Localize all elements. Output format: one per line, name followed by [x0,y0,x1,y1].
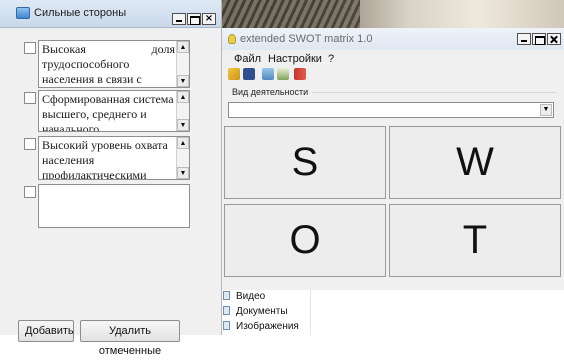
item-checkbox-2[interactable] [24,92,36,104]
add-button[interactable]: Добавить [18,320,74,342]
file-tree-item-images[interactable]: Изображения [223,321,299,332]
swot-opportunities-button[interactable]: O [224,204,386,277]
scroll-down-icon[interactable]: ▼ [177,167,189,179]
scroll-up-icon[interactable]: ▲ [177,137,189,149]
close-button[interactable] [547,33,561,45]
strength-item-text[interactable]: Сформированная система высшего, среднего… [42,92,175,131]
item-checkbox-1[interactable] [24,42,36,54]
save-icon[interactable] [243,68,255,80]
minimize-button[interactable] [517,33,531,45]
exit-icon[interactable] [294,68,306,80]
item-checkbox-3[interactable] [24,138,36,150]
folder-icon [223,291,230,300]
strength-item-text[interactable]: Высокий уровень охвата населения профила… [42,138,175,179]
strengths-titlebar[interactable]: Сильные стороны × [0,0,221,28]
export-icon[interactable] [277,68,289,80]
swot-threats-button[interactable]: T [389,204,561,277]
swot-window: extended SWOT matrix 1.0 Файл Настройки … [222,28,564,335]
desktop-wallpaper-tree [220,0,360,28]
strengths-window: Сильные стороны × Высокая доля трудоспос… [0,0,222,357]
menu-settings[interactable]: Настройки [268,53,322,65]
strength-item-4[interactable] [38,184,190,228]
folder-icon [223,321,230,330]
item-scrollbar[interactable]: ▲ ▼ [176,137,189,179]
window-app-icon [16,7,30,19]
strengths-window-title: Сильные стороны [34,7,127,19]
file-tree-item-documents[interactable]: Документы [223,306,288,317]
chevron-down-icon[interactable]: ▼ [540,104,552,116]
maximize-button[interactable] [532,33,546,45]
menu-help[interactable]: ? [328,53,334,65]
strength-item-1[interactable]: Высокая доля трудоспособного населения в… [38,40,190,88]
activity-type-select[interactable]: ▼ [228,102,554,118]
desktop-background [220,0,564,28]
open-folder-icon[interactable] [228,68,240,80]
groupbox-line [312,92,557,93]
swot-weaknesses-button[interactable]: W [389,126,561,199]
scroll-up-icon[interactable]: ▲ [177,91,189,103]
item-checkbox-4[interactable] [24,186,36,198]
preview-icon[interactable] [262,68,274,80]
strength-item-text[interactable]: Высокая доля трудоспособного населения в… [42,42,175,87]
minimize-button[interactable] [172,13,186,25]
menu-file[interactable]: Файл [234,53,261,65]
file-tree-label: Документы [236,306,288,317]
close-button[interactable]: × [202,13,216,25]
file-tree-panel: Видео Документы Изображения [222,290,564,335]
swot-titlebar[interactable]: extended SWOT matrix 1.0 [222,28,564,50]
scroll-down-icon[interactable]: ▼ [177,75,189,87]
scroll-down-icon[interactable]: ▼ [177,119,189,131]
scroll-up-icon[interactable]: ▲ [177,41,189,53]
folder-icon [223,306,230,315]
menubar: Файл Настройки ? [222,50,564,68]
swot-window-title: extended SWOT matrix 1.0 [240,33,373,45]
activity-type-label: Вид деятельности [232,87,309,97]
swot-strengths-button[interactable]: S [224,126,386,199]
panel-divider [310,290,311,335]
strength-item-3[interactable]: Высокий уровень охвата населения профила… [38,136,190,180]
delete-selected-button[interactable]: Удалить отмеченные [80,320,180,357]
file-tree-label: Видео [236,291,266,302]
item-scrollbar[interactable]: ▲ ▼ [176,41,189,87]
file-tree-label: Изображения [236,321,299,332]
file-tree-item-video[interactable]: Видео [223,291,265,302]
item-scrollbar[interactable]: ▲ ▼ [176,91,189,131]
maximize-button[interactable] [187,13,201,25]
bulb-icon [228,34,236,44]
strength-item-2[interactable]: Сформированная система высшего, среднего… [38,90,190,132]
